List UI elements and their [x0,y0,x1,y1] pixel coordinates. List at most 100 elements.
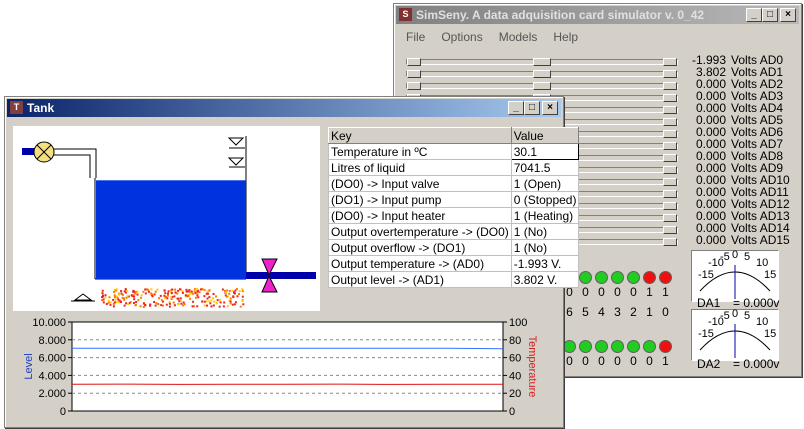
table-header-value[interactable]: Value [510,127,580,144]
table-value-cell[interactable]: 1 (No) [510,239,580,256]
table-row[interactable]: (DO1) -> Input pump 0 (Stopped) [328,191,580,208]
menu-help[interactable]: Help [545,28,586,46]
tank-titlebar[interactable]: T Tank _ □ × [7,99,561,117]
slider-right-arrow-icon[interactable] [663,166,677,174]
slider-right-arrow-icon[interactable] [663,238,677,246]
maximize-icon[interactable]: □ [524,101,540,115]
slider-right-arrow-icon[interactable] [663,142,677,150]
meter-tick-label: 0 [732,249,739,261]
table-key-cell: (DO0) -> Input valve [328,175,512,192]
da2-meter: -15 -10 -5 0 5 10 15 [691,308,779,361]
digital_out-led-value-6: 1 [662,354,669,368]
tank-liquid [96,180,246,279]
slider-right-arrow-icon[interactable] [663,178,677,186]
channel-slider-2[interactable] [406,82,678,90]
bit-label-3: 3 [614,305,621,319]
da1-meter: -15 -10 -5 0 5 10 15 [691,249,779,302]
menu-options[interactable]: Options [433,28,490,46]
slider-thumb[interactable] [533,82,551,90]
digital_in-led-1 [579,271,592,284]
y2-tick-label: 100 [509,317,527,329]
channel-slider-0[interactable] [406,58,678,66]
y2-tick-label: 0 [509,406,515,418]
table-value-cell[interactable]: -1.993 V. [510,255,580,272]
bit-label-2: 4 [598,305,605,319]
slider-right-arrow-icon[interactable] [663,70,677,78]
digital_in-led-value-5: 1 [646,285,653,299]
slider-right-arrow-icon[interactable] [663,106,677,114]
table-value-cell[interactable]: 0 (Stopped) [510,191,580,208]
slider-right-arrow-icon[interactable] [663,94,677,102]
digital_out-led-2 [595,340,608,353]
table-value-cell[interactable]: 7041.5 [510,159,580,176]
digital_out-led-value-2: 0 [598,354,605,368]
table-row[interactable]: Output overtemperature -> (DO0) 1 (No) [328,223,580,240]
meter-tick-label: 10 [756,316,769,328]
da2-value: = 0.000v [733,357,780,371]
meter-tick-label: 15 [764,269,777,281]
table-row[interactable]: Output overflow -> (DO1) 1 (No) [328,239,580,256]
slider-right-arrow-icon[interactable] [663,58,677,66]
minimize-icon[interactable]: _ [508,101,524,115]
table-value-cell[interactable]: 30.1 [510,143,580,160]
menu-models[interactable]: Models [491,28,546,46]
digital_out-led-4 [627,340,640,353]
close-icon[interactable]: × [780,8,796,22]
table-row[interactable]: Output temperature -> (AD0) -1.993 V. [328,255,580,272]
table-key-cell: Output overtemperature -> (DO0) [328,223,512,240]
table-value-cell[interactable]: 3.802 V. [510,271,580,288]
tank-state-table: Key Value Temperature in ºC 30.1 Litres of… [328,127,580,288]
channel-unit: Volts AD15 [731,233,790,247]
slider-right-arrow-icon[interactable] [663,202,677,210]
digital_out-led-0 [563,340,576,353]
slider-left-arrow-icon[interactable] [407,82,421,90]
outlet-pipe [246,272,316,279]
table-header-key[interactable]: Key [328,127,512,144]
bit-label-6: 0 [662,305,669,319]
slider-right-arrow-icon[interactable] [663,190,677,198]
slider-right-arrow-icon[interactable] [663,82,677,90]
table-row[interactable]: Litres of liquid 7041.5 [328,159,580,176]
digital_in-led-4 [627,271,640,284]
meter-tick-label: -5 [720,251,730,263]
meter-tick-label: -5 [720,310,730,322]
table-value-cell[interactable]: 1 (Open) [510,175,580,192]
table-row[interactable]: Output level -> (AD1) 3.802 V. [328,271,580,288]
slider-right-arrow-icon[interactable] [663,226,677,234]
table-value-cell[interactable]: 1 (No) [510,223,580,240]
table-row[interactable]: (DO0) -> Input heater 1 (Heating) [328,207,580,224]
table-row[interactable]: (DO0) -> Input valve 1 (Open) [328,175,580,192]
table-key-cell: (DO0) -> Input heater [328,207,512,224]
close-icon[interactable]: × [542,101,558,115]
meter-tick-label: -15 [698,269,714,281]
tank-app-icon: T [10,101,23,114]
slider-left-arrow-icon[interactable] [407,58,421,66]
slider-right-arrow-icon[interactable] [663,130,677,138]
meter-tick-label: 5 [744,310,751,322]
slider-thumb[interactable] [533,58,551,66]
simseny-titlebar[interactable]: S SimSeny. A data adquisition card simul… [396,6,799,24]
slider-right-arrow-icon[interactable] [663,214,677,222]
channel-slider-1[interactable] [406,70,678,78]
table-row[interactable]: Temperature in ºC 30.1 [328,143,580,160]
slider-thumb[interactable] [533,70,551,78]
simseny-title: SimSeny. A data adquisition card simulat… [416,8,705,22]
slider-right-arrow-icon[interactable] [663,118,677,126]
tank-svg [22,136,316,308]
history-chart-svg: 10.000 8.000 6.000 4.000 2.000 0 100 80 60 40 20 0 L… [23,317,538,418]
da1-label: DA1 [697,296,721,310]
maximize-icon[interactable]: □ [762,8,778,22]
minimize-icon[interactable]: _ [746,8,762,22]
slider-right-arrow-icon[interactable] [663,154,677,162]
da1-value: = 0.000v [733,296,780,310]
digital_out-led-1 [579,340,592,353]
meter-tick-label: 5 [744,251,751,263]
table-value-cell[interactable]: 1 (Heating) [510,207,580,224]
slider-left-arrow-icon[interactable] [407,70,421,78]
y2-tick-label: 80 [509,335,521,347]
digital_in-led-value-4: 0 [630,285,637,299]
menu-file[interactable]: File [398,28,433,46]
y-tick-label: 6.000 [38,353,66,365]
da2-label: DA2 [697,357,721,371]
history-chart: 10.000 8.000 6.000 4.000 2.000 0 100 80 60 40 20 0 L… [10,316,552,418]
